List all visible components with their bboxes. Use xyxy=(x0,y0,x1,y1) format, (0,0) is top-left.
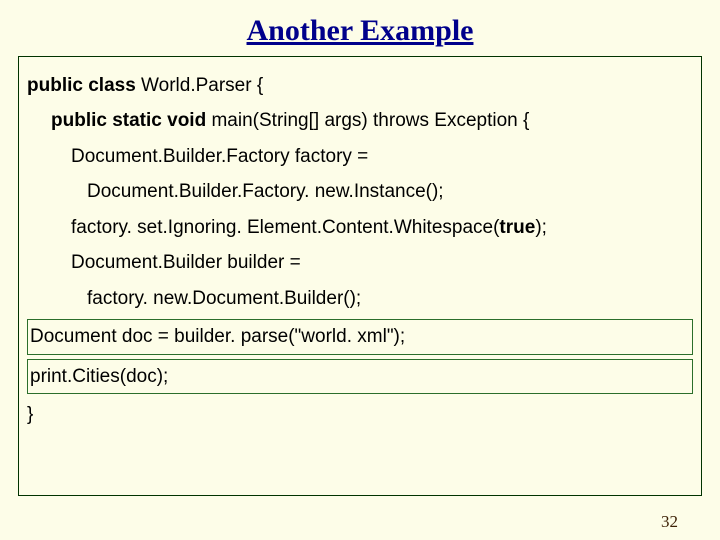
slide-title: Another Example xyxy=(0,0,720,56)
code-line-factory-decl: Document.Builder.Factory factory = xyxy=(27,142,693,171)
highlighted-print-line: print.Cities(doc); xyxy=(27,359,693,394)
code-line-factory-newinstance: Document.Builder.Factory. new.Instance()… xyxy=(27,177,693,206)
keyword-public-class: public class xyxy=(27,75,141,96)
factory-whitespace-call: factory. set.Ignoring. Element.Content.W… xyxy=(71,217,499,238)
highlighted-parse-line: Document doc = builder. parse("world. xm… xyxy=(27,319,693,354)
keyword-public-static-void: public static void xyxy=(51,110,211,131)
code-line-builder-new: factory. new.Document.Builder(); xyxy=(27,284,693,313)
code-line-builder-decl: Document.Builder builder = xyxy=(27,248,693,277)
keyword-true: true xyxy=(499,217,535,238)
page-number: 32 xyxy=(661,512,678,532)
code-box: public class World.Parser { public stati… xyxy=(18,56,702,496)
class-name: World.Parser { xyxy=(141,75,263,96)
code-line-class-decl: public class World.Parser { xyxy=(27,71,693,100)
code-line-main-decl: public static void main(String[] args) t… xyxy=(27,106,693,135)
code-line-close-brace: } xyxy=(27,400,693,429)
main-signature: main(String[] args) throws Exception { xyxy=(211,110,529,131)
close-paren: ); xyxy=(535,217,547,238)
code-line-set-ignoring-whitespace: factory. set.Ignoring. Element.Content.W… xyxy=(27,213,693,242)
